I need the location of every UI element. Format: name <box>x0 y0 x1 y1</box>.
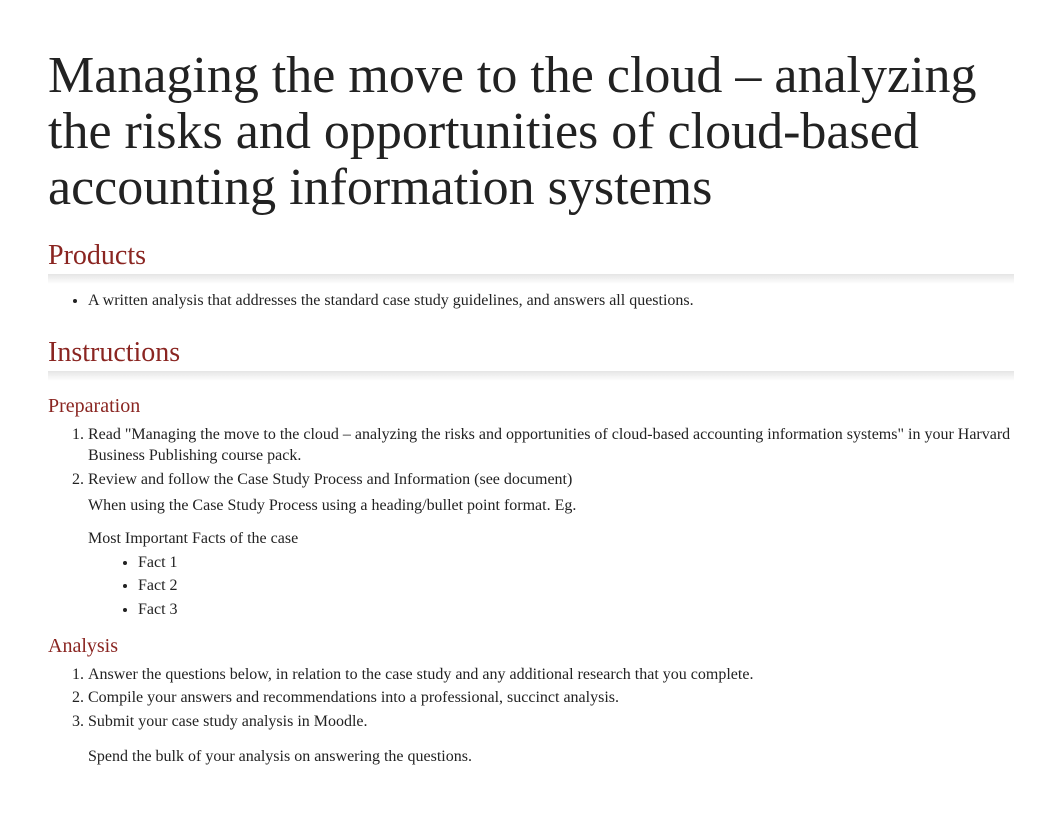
facts-heading: Most Important Facts of the case <box>88 528 1014 550</box>
facts-list: Fact 1 Fact 2 Fact 3 <box>128 552 1014 621</box>
step-extra-line: When using the Case Study Process using … <box>88 495 1014 517</box>
analysis-steps: Answer the questions below, in relation … <box>68 664 1014 768</box>
final-note: Spend the bulk of your analysis on answe… <box>88 746 1014 768</box>
preparation-steps: Read "Managing the move to the cloud – a… <box>68 424 1014 621</box>
products-list: A written analysis that addresses the st… <box>68 290 1014 312</box>
instructions-heading: Instructions <box>48 337 1014 381</box>
preparation-heading: Preparation <box>48 395 1014 418</box>
page-title: Managing the move to the cloud – analyzi… <box>48 48 1014 216</box>
products-heading: Products <box>48 240 1014 284</box>
facts-example: Most Important Facts of the case Fact 1 … <box>88 528 1014 620</box>
list-item: Fact 1 <box>138 552 1014 574</box>
step-text: Submit your case study analysis in Moodl… <box>88 713 368 730</box>
list-item: Fact 2 <box>138 575 1014 597</box>
list-item: A written analysis that addresses the st… <box>88 290 1014 312</box>
list-item: Fact 3 <box>138 599 1014 621</box>
step-text: Review and follow the Case Study Process… <box>88 471 572 488</box>
list-item: Submit your case study analysis in Moodl… <box>88 711 1014 768</box>
list-item: Review and follow the Case Study Process… <box>88 469 1014 621</box>
list-item: Compile your answers and recommendations… <box>88 687 1014 709</box>
analysis-heading: Analysis <box>48 635 1014 658</box>
list-item: Answer the questions below, in relation … <box>88 664 1014 686</box>
list-item: Read "Managing the move to the cloud – a… <box>88 424 1014 467</box>
